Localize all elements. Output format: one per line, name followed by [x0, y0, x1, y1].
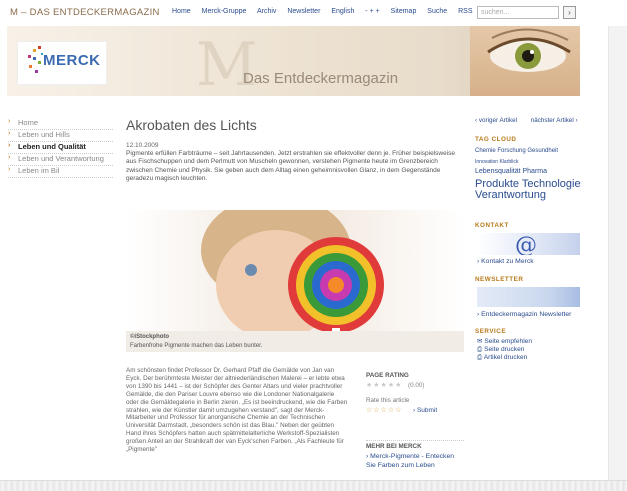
print-article-link[interactable]: ⎙ Artikel drucken: [477, 354, 532, 362]
newsletter-link[interactable]: › Entdeckermagazin Newsletter: [477, 311, 571, 318]
tag-cloud-line[interactable]: Innovation Klarblick: [475, 159, 518, 165]
article-photo: [126, 210, 464, 331]
rating-heading: PAGE RATING: [366, 372, 409, 379]
leftnav-item-leben-und-hills[interactable]: › Leben und Hills: [8, 130, 113, 142]
rating-count: (0.00): [408, 382, 425, 389]
top-navigation: Home Merck-Gruppe Archiv Newsletter Engl…: [172, 8, 482, 15]
article-intro: Pigmente erfüllen Farbträume – seit Jahr…: [126, 150, 456, 182]
article-date: 12.10.2009: [126, 142, 159, 149]
eye-image: [487, 28, 571, 72]
recommend-page-link[interactable]: ✉ Seite empfehlen: [477, 338, 532, 346]
photo-credit: ©iStockphoto: [130, 334, 170, 340]
chevron-right-icon: ›: [8, 118, 11, 125]
topnav-archiv[interactable]: Archiv: [257, 8, 276, 15]
photo-caption: Farbenfrohe Pigmente machen das Leben bu…: [130, 343, 263, 349]
newsletter-heading: NEWSLETTER: [475, 276, 524, 283]
leftnav-item-home[interactable]: › Home: [8, 118, 113, 130]
leftnav-item-leben-und-verantwortung[interactable]: › Leben und Verantwortung: [8, 154, 113, 166]
lollipop-image: [201, 210, 384, 331]
rate-label: Rate this article: [366, 397, 410, 404]
kontakt-link[interactable]: › Kontakt zu Merck: [477, 258, 534, 265]
search-button[interactable]: ›: [563, 6, 576, 19]
search-input[interactable]: suchen...: [477, 6, 559, 19]
tag-cloud-line[interactable]: Produkte Technologie Verantwortung: [475, 179, 585, 201]
magazine-m-letter: M: [196, 30, 258, 100]
topnav-rss[interactable]: RSS: [458, 8, 472, 15]
torn-bottom-edge: [0, 480, 627, 491]
prev-article-link[interactable]: ‹ voriger Artikel: [475, 117, 517, 124]
topnav-merck-gruppe[interactable]: Merck-Gruppe: [202, 8, 247, 15]
merck-logo-text: MERCK: [43, 52, 101, 69]
kontakt-banner[interactable]: @: [477, 233, 580, 258]
leftnav-label: Leben und Qualität: [18, 142, 86, 151]
service-links: ✉ Seite empfehlen ⎙ Seite drucken ⎙ Arti…: [477, 338, 532, 363]
leftnav-item-leben-und-qualitaet[interactable]: › Leben und Qualität: [8, 142, 113, 154]
chevron-right-icon: ›: [8, 130, 11, 137]
svg-text:@: @: [515, 233, 537, 255]
leftnav-label: Leben und Hills: [18, 130, 70, 139]
leftnav-label: Home: [18, 118, 39, 127]
tag-cloud-line[interactable]: Chemie Forschung Gesundheit: [475, 148, 558, 154]
leftnav-item-leben-im-bil[interactable]: › Leben im Bil: [8, 166, 113, 178]
site-title[interactable]: M – DAS ENTDECKERMAGAZIN: [10, 7, 160, 18]
print-page-link[interactable]: ⎙ Seite drucken: [477, 346, 532, 354]
kontakt-heading: KONTAKT: [475, 222, 509, 229]
topnav-newsletter[interactable]: Newsletter: [287, 8, 320, 15]
magazine-title: Das Entdeckermagazin: [243, 70, 399, 87]
article-title: Akrobaten des Lichts: [126, 117, 257, 133]
service-heading: SERVICE: [475, 328, 507, 335]
article-pagination: ‹ voriger Artikel nächster Artikel ›: [475, 117, 590, 124]
eye-photo: [470, 26, 580, 96]
chevron-right-icon: ›: [8, 166, 11, 173]
newsletter-banner[interactable]: [477, 287, 580, 307]
topnav-home[interactable]: Home: [172, 8, 191, 15]
topnav-font-size[interactable]: - + +: [365, 8, 379, 15]
rating-stars: ★★★★★: [366, 382, 403, 389]
topnav-sitemap[interactable]: Sitemap: [391, 8, 417, 15]
tag-cloud-line[interactable]: Lebensqualität Pharma: [475, 168, 547, 175]
article-body: Am schönsten findet Professor Dr. Gerhar…: [126, 367, 348, 454]
rate-submit-button[interactable]: › Submit: [413, 407, 437, 414]
rate-stars-input[interactable]: ☆☆☆☆☆: [366, 406, 402, 414]
topnav-suche[interactable]: Suche: [427, 8, 447, 15]
more-heading: MEHR BEI MERCK: [366, 440, 464, 450]
page-right-edge: [608, 0, 627, 490]
tag-cloud-heading: TAG CLOUD: [475, 136, 517, 143]
chevron-right-icon: ›: [8, 142, 11, 149]
leftnav-label: Leben und Verantwortung: [18, 154, 104, 163]
left-navigation: › Home › Leben und Hills › Leben und Qualit…: [8, 118, 113, 178]
at-sign-icon: @: [515, 233, 537, 258]
more-link[interactable]: › Merck-Pigmente - Entecken Sie Farben z…: [366, 453, 464, 470]
topnav-english[interactable]: English: [331, 8, 354, 15]
chevron-right-icon: ›: [8, 154, 11, 161]
next-article-link[interactable]: nächster Artikel ›: [531, 117, 578, 124]
leftnav-label: Leben im Bil: [18, 166, 60, 175]
